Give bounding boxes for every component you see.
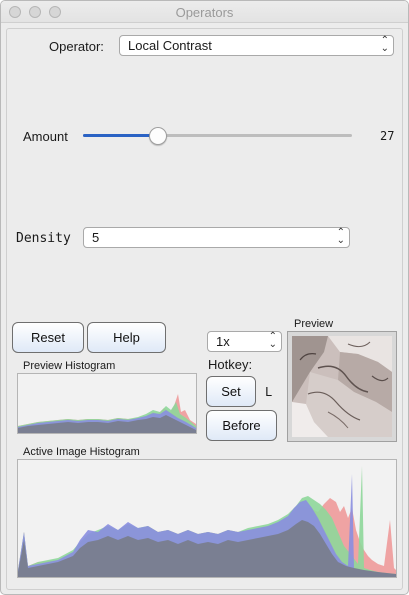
amount-value: 27 — [380, 129, 395, 143]
hotkey-key: L — [265, 385, 273, 399]
density-select-value: 5 — [92, 230, 100, 245]
operator-select-value: Local Contrast — [128, 38, 212, 53]
operators-panel: Operator: Local Contrast ⌃ ⌄ Amount 27 De… — [6, 28, 403, 590]
preview-image[interactable] — [288, 332, 396, 441]
zoom-select-value: 1x — [216, 334, 230, 349]
set-hotkey-button[interactable]: Set — [206, 376, 256, 407]
reset-button[interactable]: Reset — [12, 322, 84, 353]
preview-histogram-chart — [18, 394, 196, 433]
before-button[interactable]: Before — [206, 410, 277, 441]
amount-slider-knob[interactable] — [149, 127, 168, 145]
amount-label: Amount — [23, 129, 68, 144]
amount-slider-fill — [83, 134, 159, 137]
window-title: Operators — [175, 5, 234, 20]
density-select[interactable]: 5 ⌃ ⌄ — [83, 227, 350, 248]
active-histogram-chart — [18, 466, 396, 577]
zoom-select[interactable]: 1x ⌃ ⌄ — [207, 331, 282, 352]
operator-label: Operator: — [49, 39, 104, 54]
chevron-updown-icon: ⌃ ⌄ — [380, 35, 389, 54]
active-histogram-label: Active Image Histogram — [23, 446, 140, 458]
help-button[interactable]: Help — [87, 322, 166, 353]
chevron-updown-icon: ⌃ ⌄ — [268, 331, 277, 350]
active-image-histogram — [17, 459, 397, 578]
preview-label: Preview — [294, 318, 334, 330]
hotkey-label: Hotkey: — [208, 357, 253, 372]
preview-histogram — [17, 373, 197, 434]
density-label: Density — [16, 231, 71, 246]
titlebar: Operators — [1, 1, 408, 23]
chevron-updown-icon: ⌃ ⌄ — [336, 227, 345, 246]
operators-window: Operators Operator: Local Contrast ⌃ ⌄ Am… — [0, 0, 409, 595]
preview-frame — [287, 331, 397, 442]
preview-histogram-label: Preview Histogram — [23, 360, 116, 372]
operator-select[interactable]: Local Contrast ⌃ ⌄ — [119, 35, 394, 56]
